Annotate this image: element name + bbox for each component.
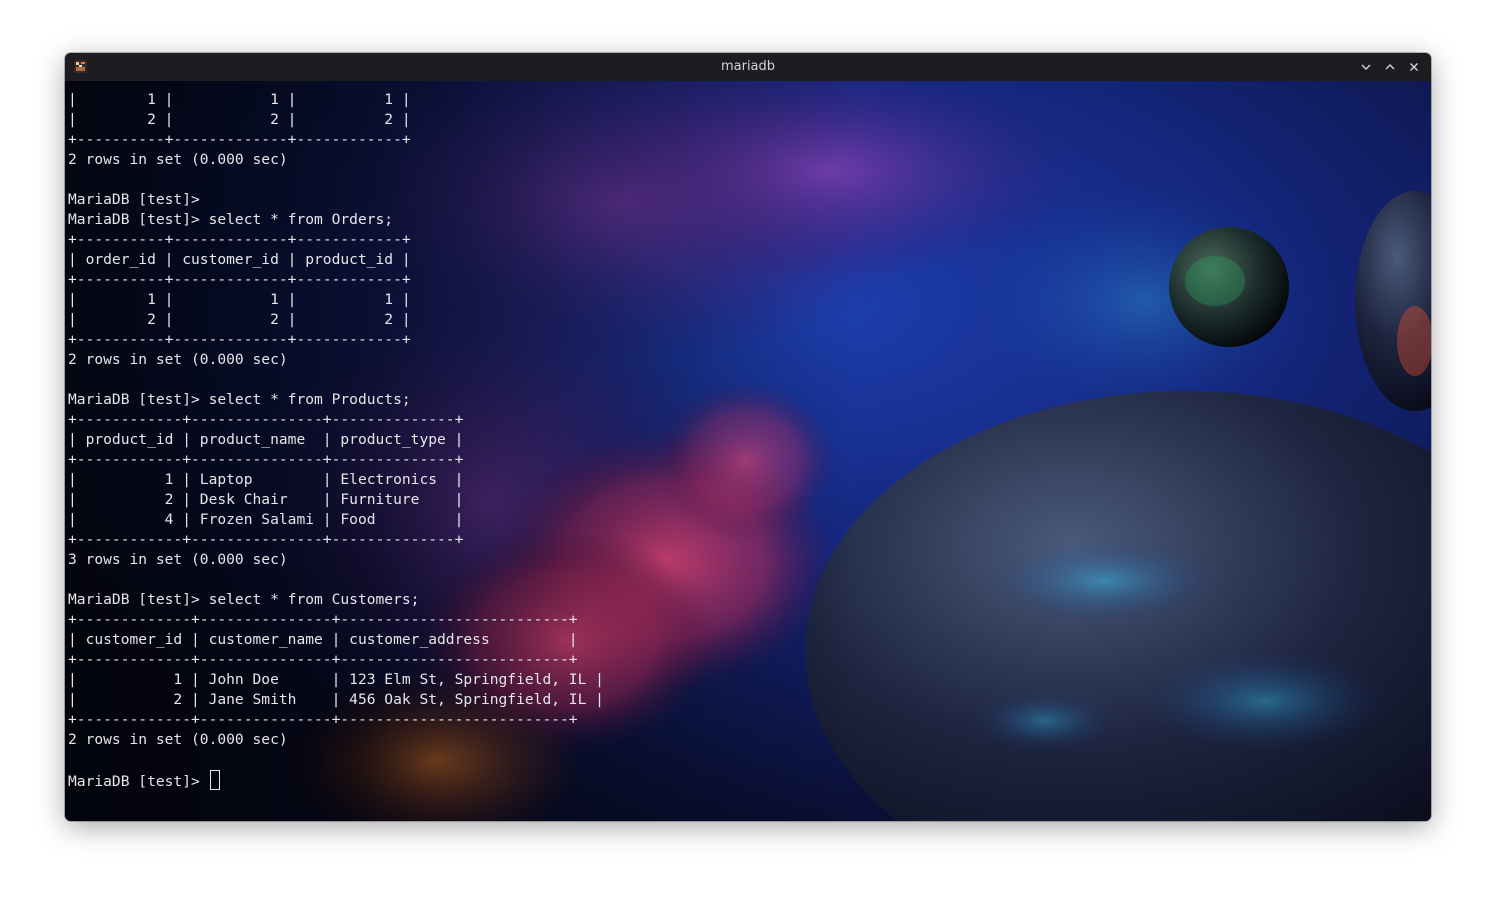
terminal-line: 2 rows in set (0.000 sec): [68, 351, 288, 368]
terminal-line: MariaDB [test]> select * from Customers;: [68, 591, 420, 608]
prompt-line[interactable]: MariaDB [test]>: [68, 770, 604, 790]
terminal-line: | product_id | product_name | product_ty…: [68, 431, 464, 448]
terminal-line: 3 rows in set (0.000 sec): [68, 551, 288, 568]
text-cursor: [209, 770, 220, 790]
terminal-line: | 1 | John Doe | 123 Elm St, Springfield…: [68, 671, 604, 688]
terminal-line: +-------------+---------------+---------…: [68, 651, 578, 668]
terminal-line: +----------+-------------+------------+: [68, 231, 411, 248]
terminal-line: +----------+-------------+------------+: [68, 271, 411, 288]
terminal-line: 2 rows in set (0.000 sec): [68, 731, 288, 748]
terminal-line: | order_id | customer_id | product_id |: [68, 251, 411, 268]
terminal-line: +----------+-------------+------------+: [68, 331, 411, 348]
chevron-down-icon: [1361, 64, 1371, 70]
window-controls: [1357, 58, 1423, 76]
chevron-up-icon: [1385, 64, 1395, 70]
maximize-button[interactable]: [1381, 58, 1399, 76]
terminal-line: | 4 | Frozen Salami | Food |: [68, 511, 464, 528]
terminal-line: | 2 | 2 | 2 |: [68, 311, 411, 328]
prompt-text: MariaDB [test]>: [68, 773, 209, 790]
titlebar[interactable]: mariadb: [65, 53, 1431, 82]
minimize-button[interactable]: [1357, 58, 1375, 76]
terminal-line: | 1 | 1 | 1 |: [68, 291, 411, 308]
terminal-line: +------------+---------------+----------…: [68, 451, 464, 468]
close-button[interactable]: [1405, 58, 1423, 76]
terminal-area[interactable]: | 1 | 1 | 1 | | 2 | 2 | 2 | +----------+--…: [65, 81, 1431, 821]
terminal-line: | 2 | Jane Smith | 456 Oak St, Springfie…: [68, 691, 604, 708]
terminal-line: MariaDB [test]>: [68, 191, 200, 208]
terminal-line: +-------------+---------------+---------…: [68, 711, 578, 728]
terminal-line: | 1 | Laptop | Electronics |: [68, 471, 464, 488]
terminal-line: +-------------+---------------+---------…: [68, 611, 578, 628]
terminal-line: +----------+-------------+------------+: [68, 131, 411, 148]
terminal-line: | 2 | 2 | 2 |: [68, 111, 411, 128]
window-title: mariadb: [720, 59, 776, 74]
terminal-line: MariaDB [test]> select * from Orders;: [68, 211, 394, 228]
terminal-line: MariaDB [test]> select * from Products;: [68, 391, 411, 408]
terminal-window: mariadb | 1 | 1 | 1 | | 2 | 2 | 2 | +---…: [65, 53, 1431, 821]
terminal-line: +------------+---------------+----------…: [68, 411, 464, 428]
terminal-line: 2 rows in set (0.000 sec): [68, 151, 288, 168]
terminal-line: +------------+---------------+----------…: [68, 531, 464, 548]
terminal-line: | 2 | Desk Chair | Furniture |: [68, 491, 464, 508]
terminal-output: | 1 | 1 | 1 | | 2 | 2 | 2 | +----------+--…: [68, 90, 604, 790]
terminal-line: | 1 | 1 | 1 |: [68, 91, 411, 108]
close-icon: [1410, 63, 1418, 71]
terminal-line: | customer_id | customer_name | customer…: [68, 631, 578, 648]
